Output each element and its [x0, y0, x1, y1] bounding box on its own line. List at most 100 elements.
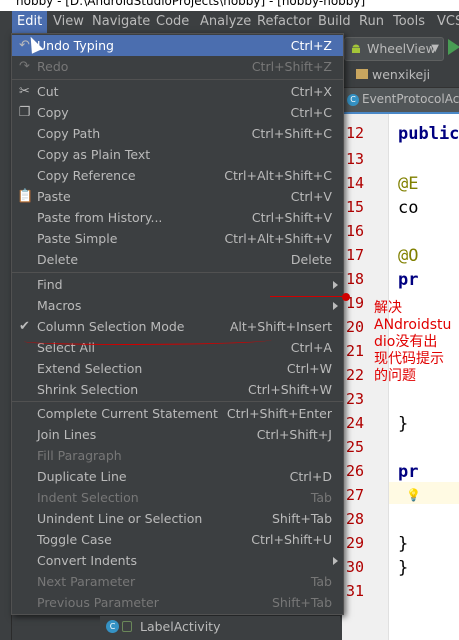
run-button[interactable]: [448, 39, 459, 55]
line-number: 29: [345, 534, 364, 552]
menu-item-next-parameter[interactable]: Next Parameter Tab: [12, 571, 343, 592]
line-number: 24: [345, 414, 364, 432]
breadcrumb-folder[interactable]: wenxikeji: [372, 67, 430, 82]
menu-separator: [12, 79, 343, 80]
menu-item-paste[interactable]: 📋 Paste Ctrl+V: [12, 186, 343, 207]
line-number: 20: [345, 318, 364, 336]
handwritten-annotation: 解决 ANdroidstu dio没有出 现代码提示 的问题: [374, 300, 452, 384]
line-number: 14: [345, 174, 364, 192]
menu-item-cut[interactable]: ✂ Cut Ctrl+X: [12, 81, 343, 102]
line-number: 31: [345, 582, 364, 600]
menu-item-extend-selection[interactable]: Extend Selection Ctrl+W: [12, 358, 343, 379]
menu-item-previous-parameter[interactable]: Previous Parameter Shift+Tab: [12, 592, 343, 613]
window-title-bar: hobby - [D:\AndroidStudioProjects\hobby]…: [0, 0, 459, 11]
code-line: public: [398, 124, 459, 144]
lightbulb-icon[interactable]: 💡: [406, 488, 421, 502]
menu-refactor[interactable]: Refactor: [252, 11, 317, 33]
menu-item-unindent[interactable]: Unindent Line or Selection Shift+Tab: [12, 508, 343, 529]
menu-item-complete-current-statement[interactable]: Complete Current Statement Ctrl+Shift+En…: [12, 403, 343, 424]
menu-navigate[interactable]: Navigate: [87, 11, 155, 33]
editor-tab[interactable]: C EventProtocolActi: [342, 88, 459, 114]
scissors-icon: ✂: [19, 84, 30, 99]
code-line: @O: [398, 246, 419, 266]
submenu-arrow-icon: [333, 557, 338, 565]
android-icon: [352, 44, 360, 53]
line-number: 25: [345, 438, 364, 456]
line-number: 12: [345, 124, 364, 142]
edit-menu-popup: ↶ Undo Typing Ctrl+Z ↷ Redo Ctrl+Shift+Z…: [11, 33, 344, 615]
menu-item-toggle-case[interactable]: Toggle Case Ctrl+Shift+U: [12, 529, 343, 550]
menu-separator: [12, 272, 343, 273]
menu-item-paste-simple[interactable]: Paste Simple Ctrl+Alt+Shift+V: [12, 228, 343, 249]
menu-item-join-lines[interactable]: Join Lines Ctrl+Shift+J: [12, 424, 343, 445]
line-number: 30: [345, 558, 364, 576]
line-number: 18: [345, 270, 364, 288]
menu-item-undo[interactable]: ↶ Undo Typing Ctrl+Z: [12, 35, 343, 56]
menu-code[interactable]: Code: [151, 11, 194, 33]
menu-item-fill-paragraph[interactable]: Fill Paragraph: [12, 445, 343, 466]
code-line: pr: [398, 462, 419, 482]
line-number: 22: [345, 366, 364, 384]
code-line: co: [398, 198, 419, 218]
redo-icon: ↷: [19, 59, 30, 74]
line-number: 28: [345, 510, 364, 528]
menu-item-convert-indents[interactable]: Convert Indents: [12, 550, 343, 571]
menu-item-shrink-selection[interactable]: Shrink Selection Ctrl+Shift+W: [12, 379, 343, 400]
menu-item-find[interactable]: Find: [12, 274, 343, 295]
line-number: 21: [345, 342, 364, 360]
run-configuration-dropdown[interactable]: WheelView ▼: [344, 37, 444, 61]
code-line: }: [398, 534, 409, 554]
checkmark-icon: ✔: [19, 319, 30, 334]
menu-item-duplicate-line[interactable]: Duplicate Line Ctrl+D: [12, 466, 343, 487]
line-number: 17: [345, 246, 364, 264]
menu-run[interactable]: Run: [354, 11, 389, 33]
structure-item[interactable]: C LabelActivity: [100, 616, 340, 638]
lock-icon: [122, 621, 132, 632]
menu-item-copy-path[interactable]: Copy Path Ctrl+Shift+C: [12, 123, 343, 144]
submenu-arrow-icon: [333, 281, 338, 289]
menu-view[interactable]: View: [48, 11, 89, 33]
line-number: 26: [345, 462, 364, 480]
menu-analyze[interactable]: Analyze: [195, 11, 256, 33]
class-icon: C: [347, 94, 359, 106]
paste-icon: 📋: [17, 189, 34, 204]
menu-item-copy-reference[interactable]: Copy Reference Ctrl+Alt+Shift+C: [12, 165, 343, 186]
menu-vcs[interactable]: VCS: [432, 11, 459, 33]
copy-icon: ❐: [18, 105, 31, 120]
line-number: 16: [345, 222, 364, 240]
window-title: hobby - [D:\AndroidStudioProjects\hobby]…: [16, 0, 366, 8]
code-line: pr: [398, 270, 419, 290]
folder-icon: [356, 69, 368, 79]
menu-item-paste-from-history[interactable]: Paste from History... Ctrl+Shift+V: [12, 207, 343, 228]
current-line-highlight: [389, 482, 459, 504]
run-configuration-label: WheelView: [367, 41, 436, 56]
menu-tools[interactable]: Tools: [388, 11, 430, 33]
code-line: }: [398, 558, 409, 578]
main-menu-bar: Edit View Navigate Code Analyze Refactor…: [0, 11, 459, 33]
class-icon: C: [106, 620, 119, 633]
chevron-down-icon: ▼: [431, 43, 439, 54]
line-number: 13: [345, 150, 364, 168]
structure-item-label: LabelActivity: [140, 619, 221, 634]
line-number: 27: [345, 486, 364, 504]
menu-separator: [12, 401, 343, 402]
menu-edit[interactable]: Edit: [12, 11, 48, 33]
annotation-dot: [342, 293, 350, 301]
breadcrumb: wenxikeji: [342, 63, 459, 88]
line-number: 15: [345, 198, 364, 216]
code-line: }: [398, 414, 409, 434]
submenu-arrow-icon: [333, 302, 338, 310]
menu-item-delete[interactable]: Delete Delete: [12, 249, 343, 270]
menu-item-indent-selection[interactable]: Indent Selection Tab: [12, 487, 343, 508]
toolbar: WheelView ▼: [330, 33, 459, 63]
menu-item-macros[interactable]: Macros: [12, 295, 343, 316]
editor-tab-label: EventProtocolActi: [362, 92, 459, 106]
code-line: @E: [398, 174, 419, 194]
annotation-underline: [270, 296, 342, 297]
line-number: 23: [345, 390, 364, 408]
menu-item-redo[interactable]: ↷ Redo Ctrl+Shift+Z: [12, 56, 343, 77]
menu-item-column-selection-mode[interactable]: ✔ Column Selection Mode Alt+Shift+Insert: [12, 316, 343, 337]
menu-item-copy-plain-text[interactable]: Copy as Plain Text: [12, 144, 343, 165]
menu-build[interactable]: Build: [313, 11, 356, 33]
menu-item-copy[interactable]: ❐ Copy Ctrl+C: [12, 102, 343, 123]
